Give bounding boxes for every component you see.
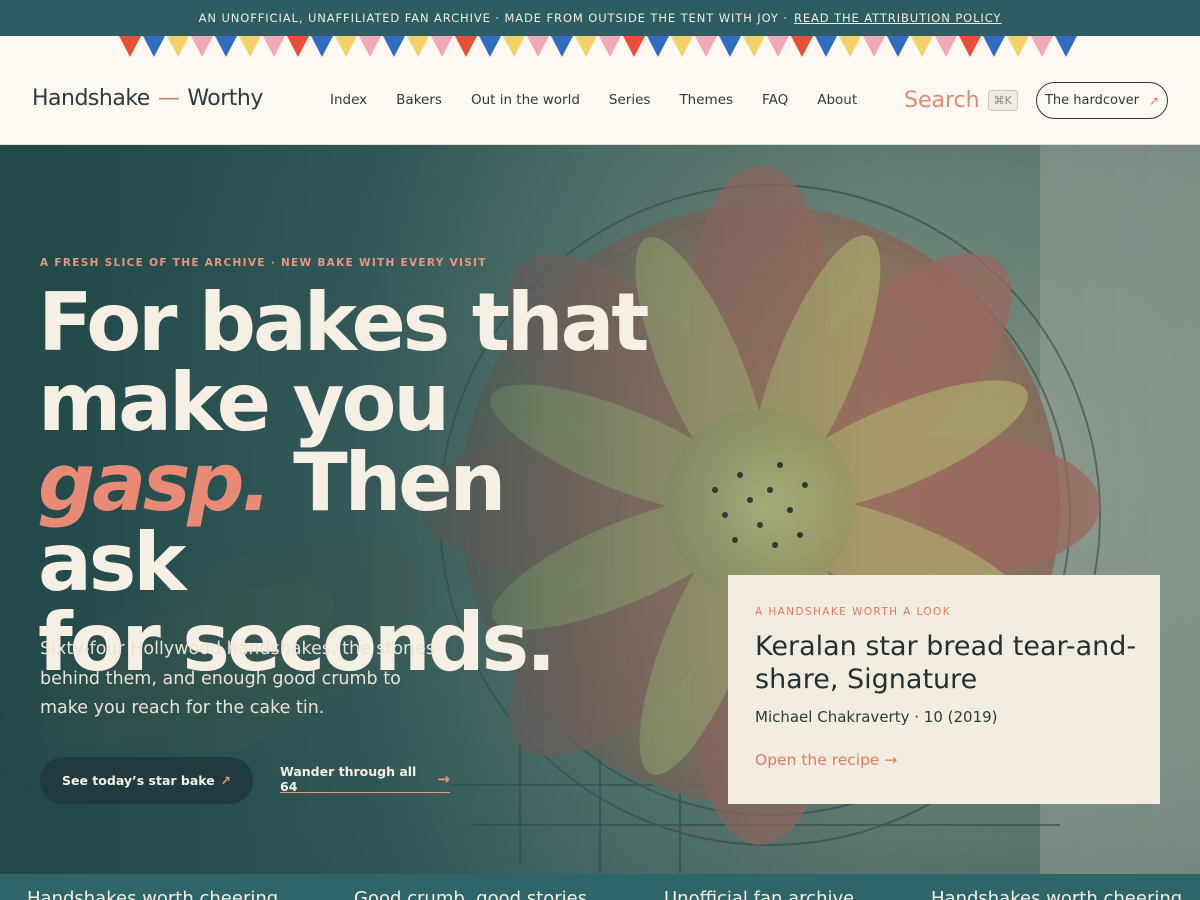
- bunting-pennant: [815, 36, 837, 57]
- bunting-pennant: [863, 36, 885, 57]
- main-nav: Index Bakers Out in the world Series The…: [330, 92, 857, 108]
- bunting-pennant: [599, 36, 621, 57]
- bunting-pennant: [1031, 36, 1053, 57]
- arrow-up-right-icon: ↗: [220, 773, 231, 788]
- marquee-ticker: Handshakes worth cheering Good crumb, go…: [0, 874, 1200, 900]
- bunting-pennant: [191, 36, 213, 57]
- bunting-pennant: [1007, 36, 1029, 57]
- bunting-pennant: [359, 36, 381, 57]
- ticker-item: Handshakes worth cheering: [27, 888, 279, 900]
- nav-item-index[interactable]: Index: [330, 92, 367, 108]
- bunting-pennant: [791, 36, 813, 57]
- star-bake-button[interactable]: See today’s star bake ↗: [40, 757, 253, 804]
- wander-all-label: Wander through all 64: [280, 763, 417, 794]
- card-title: Keralan star bread tear-and-share, Signa…: [755, 631, 1137, 695]
- bunting-pennant: [479, 36, 501, 57]
- open-recipe-link[interactable]: Open the recipe →: [755, 751, 897, 769]
- nav-item-faq[interactable]: FAQ: [762, 92, 788, 108]
- bunting-pennant: [143, 36, 165, 57]
- bunting-pennant: [1055, 36, 1077, 57]
- bunting-pennant: [311, 36, 333, 57]
- hardcover-button[interactable]: The hardcover ↗: [1036, 82, 1168, 119]
- bunting-pennant: [911, 36, 933, 57]
- featured-bake-card: A handshake worth a look Keralan star br…: [728, 575, 1160, 804]
- attribution-policy-link[interactable]: Read the attribution policy: [794, 11, 1001, 25]
- bunting-pennant: [527, 36, 549, 57]
- bunting-pennant: [935, 36, 957, 57]
- nav-item-about[interactable]: About: [817, 92, 857, 108]
- bunting-pennant: [383, 36, 405, 57]
- bunting-pennant: [671, 36, 693, 57]
- ticker-item: Handshakes worth cheering: [931, 888, 1183, 900]
- arrow-right-icon: →: [437, 769, 450, 788]
- bunting-pennant: [215, 36, 237, 57]
- nav-item-themes[interactable]: Themes: [679, 92, 733, 108]
- nav-item-series[interactable]: Series: [609, 92, 651, 108]
- bunting-pennant: [503, 36, 525, 57]
- hero-eyebrow: A fresh slice of the archive · New bake …: [40, 257, 487, 269]
- bunting-pennant: [263, 36, 285, 57]
- bunting-pennant: [239, 36, 261, 57]
- nav-item-bakers[interactable]: Bakers: [396, 92, 442, 108]
- bunting-pennant: [719, 36, 741, 57]
- brand-logo[interactable]: Handshake — Worthy: [32, 86, 263, 111]
- ticker-item: Good crumb, good stories: [354, 888, 588, 900]
- search-button[interactable]: Search ⌘K: [904, 88, 1018, 113]
- card-eyebrow: A handshake worth a look: [755, 606, 951, 618]
- bunting-pennant: [983, 36, 1005, 57]
- bunting-pennant: [287, 36, 309, 57]
- bunting-pennant: [119, 36, 141, 57]
- bunting-pennant: [575, 36, 597, 57]
- bunting-pennant: [551, 36, 573, 57]
- brand-word-left: Handshake: [32, 86, 150, 111]
- hero-headline: For bakes that make you gasp. Then ask f…: [38, 283, 658, 683]
- bunting-pennant: [455, 36, 477, 57]
- hero-lede: Sixty-four Hollywood handshakes, the sto…: [40, 639, 435, 718]
- search-shortcut-badge: ⌘K: [987, 90, 1018, 111]
- brand-dash: —: [157, 86, 180, 111]
- bunting-pennant: [167, 36, 189, 57]
- bunting-pennant: [335, 36, 357, 57]
- hero-section: A fresh slice of the archive · New bake …: [0, 145, 1200, 874]
- nav-item-out-in-the-world[interactable]: Out in the world: [471, 92, 580, 108]
- bunting-pennant: [431, 36, 453, 57]
- brand-word-right: Worthy: [187, 86, 263, 111]
- search-label: Search: [904, 88, 980, 113]
- bunting-pennant: [887, 36, 909, 57]
- ticker-item: Unofficial fan archive: [664, 888, 855, 900]
- bunting-pennant: [623, 36, 645, 57]
- external-arrow-icon: ↗: [1148, 93, 1160, 108]
- bunting-pennant: [839, 36, 861, 57]
- announcement-text: An unofficial, unaffiliated fan archive …: [198, 11, 788, 25]
- bunting-pennant: [695, 36, 717, 57]
- bunting-decoration: [119, 36, 1077, 57]
- card-meta: Michael Chakraverty · 10 (2019): [755, 708, 998, 726]
- wander-all-link[interactable]: Wander through all 64 →: [280, 763, 450, 794]
- bunting-pennant: [959, 36, 981, 57]
- star-bake-label: See today’s star bake: [62, 773, 215, 788]
- bunting-pennant: [407, 36, 429, 57]
- bunting-pennant: [767, 36, 789, 57]
- announcement-bar: An unofficial, unaffiliated fan archive …: [0, 0, 1200, 36]
- bunting-pennant: [647, 36, 669, 57]
- bunting-pennant: [743, 36, 765, 57]
- hardcover-label: The hardcover: [1044, 93, 1139, 108]
